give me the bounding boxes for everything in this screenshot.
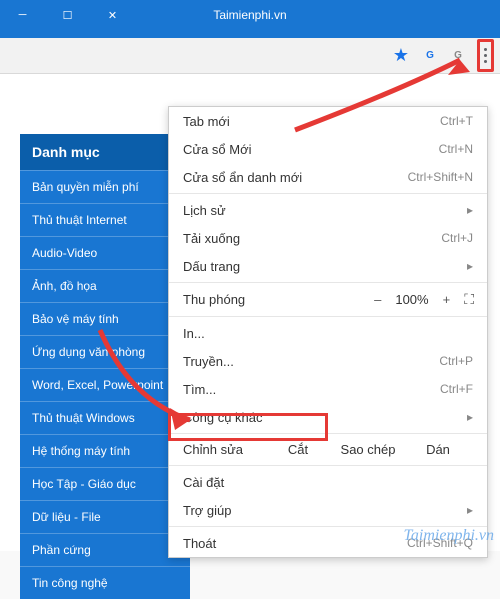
menu-item-cast[interactable]: Truyền... Ctrl+P <box>169 347 487 375</box>
browser-toolbar: ★ <box>0 38 500 74</box>
menu-label: Tìm... <box>183 382 216 397</box>
menu-shortcut: Ctrl+N <box>439 142 473 156</box>
sidebar-item[interactable]: Audio-Video <box>20 236 190 269</box>
menu-separator <box>169 465 487 466</box>
sidebar-item[interactable]: Tin công nghệ <box>20 566 190 599</box>
sidebar-item[interactable]: Ứng dụng văn phòng <box>20 335 190 368</box>
menu-item-history[interactable]: Lịch sử ▸ <box>169 196 487 224</box>
chrome-main-menu: Tab mới Ctrl+T Cửa sổ Mới Ctrl+N Cửa sổ … <box>168 106 488 558</box>
zoom-percent: 100% <box>395 292 428 307</box>
menu-separator <box>169 316 487 317</box>
sidebar-item[interactable]: Học Tập - Giáo dục <box>20 467 190 500</box>
sidebar-item[interactable]: Phần cứng <box>20 533 190 566</box>
category-sidebar: Danh mục Bản quyền miễn phí Thủ thuật In… <box>20 134 190 599</box>
menu-label: Tải xuống <box>183 231 240 246</box>
sidebar-item[interactable]: Hệ thống máy tính <box>20 434 190 467</box>
menu-item-print[interactable]: In... <box>169 319 487 347</box>
vertical-dots-icon <box>480 44 491 67</box>
menu-item-settings[interactable]: Cài đặt <box>169 468 487 496</box>
tab-strip <box>0 30 500 38</box>
translate-grey-icon[interactable] <box>449 47 467 65</box>
menu-shortcut: Ctrl+J <box>441 231 473 245</box>
menu-label: Thu phóng <box>183 292 245 307</box>
sidebar-item[interactable]: Ảnh, đồ họa <box>20 269 190 302</box>
sidebar-heading: Danh mục <box>20 134 190 170</box>
menu-item-more-tools[interactable]: Công cụ khác ▸ <box>169 403 487 431</box>
window-title: Taimienphi.vn <box>213 8 286 22</box>
edit-paste-button[interactable]: Dán <box>403 442 473 457</box>
edit-copy-button[interactable]: Sao chép <box>333 442 403 457</box>
translate-icon[interactable] <box>421 47 439 65</box>
menu-item-help[interactable]: Trợ giúp ▸ <box>169 496 487 524</box>
menu-label: Tab mới <box>183 114 230 129</box>
menu-shortcut: Ctrl+F <box>440 382 473 396</box>
menu-item-edit: Chỉnh sửa Cắt Sao chép Dán <box>169 436 487 463</box>
sidebar-item[interactable]: Dữ liệu - File <box>20 500 190 533</box>
menu-item-downloads[interactable]: Tải xuống Ctrl+J <box>169 224 487 252</box>
submenu-arrow-icon: ▸ <box>467 410 473 424</box>
sidebar-item[interactable]: Bảo vệ máy tính <box>20 302 190 335</box>
menu-label: Truyền... <box>183 354 234 369</box>
menu-shortcut: Ctrl+T <box>440 114 473 128</box>
sidebar-item[interactable]: Bản quyền miễn phí <box>20 170 190 203</box>
menu-separator <box>169 282 487 283</box>
menu-separator <box>169 433 487 434</box>
zoom-in-button[interactable]: + <box>443 292 451 307</box>
sidebar-item[interactable]: Thủ thuật Windows <box>20 401 190 434</box>
chrome-menu-button[interactable] <box>477 39 494 72</box>
menu-label: Thoát <box>183 536 216 551</box>
menu-label: Cửa sổ Mới <box>183 142 252 157</box>
bookmark-star-icon[interactable]: ★ <box>391 46 411 66</box>
maximize-button[interactable]: ☐ <box>45 0 90 30</box>
menu-item-new-tab[interactable]: Tab mới Ctrl+T <box>169 107 487 135</box>
fullscreen-icon[interactable]: ⛶ <box>464 291 473 308</box>
menu-label: Công cụ khác <box>183 410 263 425</box>
sidebar-item[interactable]: Word, Excel, Powerpoint <box>20 368 190 401</box>
zoom-out-button[interactable]: – <box>374 292 381 307</box>
submenu-arrow-icon: ▸ <box>467 203 473 217</box>
minimize-button[interactable]: ─ <box>0 0 45 30</box>
edit-cut-button[interactable]: Cắt <box>263 442 333 457</box>
menu-shortcut: Ctrl+Shift+N <box>408 170 473 184</box>
submenu-arrow-icon: ▸ <box>467 503 473 517</box>
menu-label: Chỉnh sửa <box>183 442 263 457</box>
submenu-arrow-icon: ▸ <box>467 259 473 273</box>
menu-label: Cài đặt <box>183 475 224 490</box>
window-controls: ─ ☐ ✕ <box>0 0 135 30</box>
menu-shortcut: Ctrl+P <box>439 354 473 368</box>
menu-label: Trợ giúp <box>183 503 232 518</box>
menu-separator <box>169 193 487 194</box>
menu-item-incognito[interactable]: Cửa sổ ẩn danh mới Ctrl+Shift+N <box>169 163 487 191</box>
window-titlebar: Taimienphi.vn ─ ☐ ✕ <box>0 0 500 30</box>
menu-label: Lịch sử <box>183 203 226 218</box>
close-button[interactable]: ✕ <box>90 0 135 30</box>
menu-item-bookmarks[interactable]: Dấu trang ▸ <box>169 252 487 280</box>
menu-item-find[interactable]: Tìm... Ctrl+F <box>169 375 487 403</box>
menu-label: Dấu trang <box>183 259 240 274</box>
watermark-text: Taimienphi.vn <box>403 527 494 545</box>
menu-label: In... <box>183 326 205 341</box>
menu-label: Cửa sổ ẩn danh mới <box>183 170 302 185</box>
menu-item-zoom: Thu phóng – 100% + ⛶ <box>169 285 487 314</box>
sidebar-item[interactable]: Thủ thuật Internet <box>20 203 190 236</box>
menu-item-new-window[interactable]: Cửa sổ Mới Ctrl+N <box>169 135 487 163</box>
